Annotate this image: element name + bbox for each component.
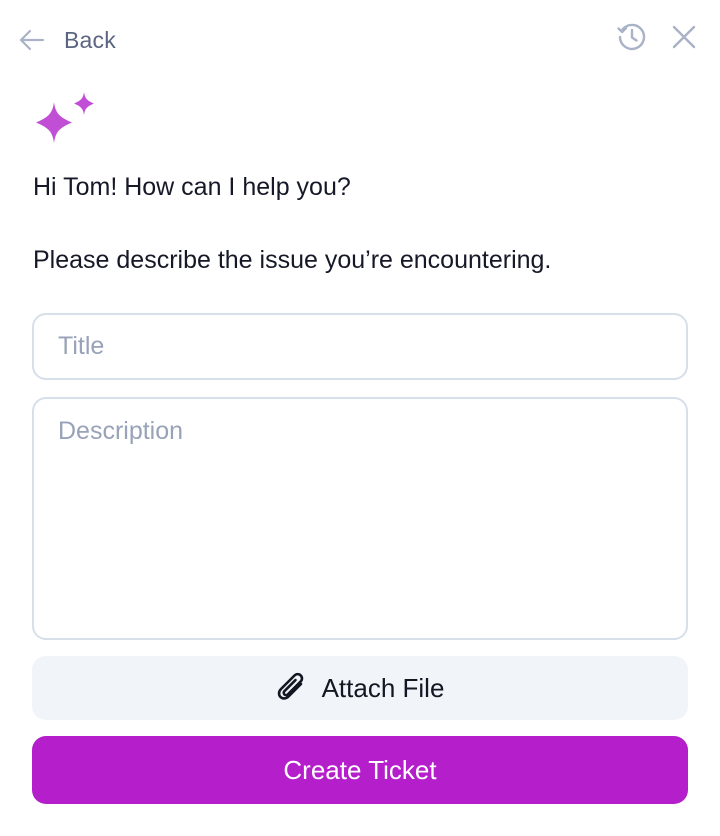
description-textarea[interactable] — [32, 397, 688, 640]
attach-file-button[interactable]: Attach File — [32, 656, 688, 720]
close-button[interactable] — [668, 21, 700, 53]
back-label: Back — [64, 26, 116, 53]
paperclip-icon — [277, 672, 303, 700]
back-button[interactable]: Back — [18, 22, 116, 58]
greeting-text: Hi Tom! How can I help you? — [33, 173, 351, 201]
history-icon — [617, 23, 646, 51]
close-icon — [672, 25, 696, 49]
create-ticket-label: Create Ticket — [283, 754, 437, 785]
arrow-left-icon — [19, 29, 45, 51]
header-bar: Back — [0, 0, 720, 80]
ticket-panel: Back Hi Tom! How can I help you? Please … — [0, 0, 720, 836]
title-input[interactable] — [32, 313, 688, 380]
sparkle-icon — [36, 92, 94, 143]
create-ticket-button[interactable]: Create Ticket — [32, 736, 688, 804]
history-button[interactable] — [615, 20, 649, 54]
attach-file-label: Attach File — [321, 672, 445, 703]
prompt-text: Please describe the issue you’re encount… — [33, 246, 552, 274]
